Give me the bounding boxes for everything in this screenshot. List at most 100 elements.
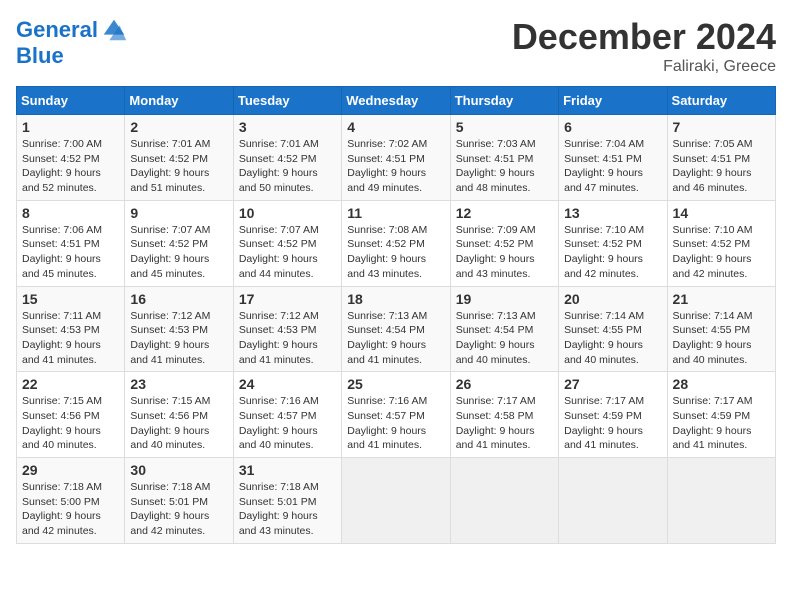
logo: General Blue bbox=[16, 16, 128, 68]
day-info: Sunrise: 7:09 AMSunset: 4:52 PMDaylight:… bbox=[456, 223, 553, 282]
day-info: Sunrise: 7:04 AMSunset: 4:51 PMDaylight:… bbox=[564, 137, 661, 196]
calendar-cell: 3 Sunrise: 7:01 AMSunset: 4:52 PMDaylight… bbox=[233, 115, 341, 201]
day-info: Sunrise: 7:18 AMSunset: 5:01 PMDaylight:… bbox=[130, 480, 227, 539]
calendar-cell: 5 Sunrise: 7:03 AMSunset: 4:51 PMDaylight… bbox=[450, 115, 558, 201]
day-info: Sunrise: 7:06 AMSunset: 4:51 PMDaylight:… bbox=[22, 223, 119, 282]
calendar-cell: 15 Sunrise: 7:11 AMSunset: 4:53 PMDayligh… bbox=[17, 286, 125, 372]
calendar-week-row: 29Sunrise: 7:18 AMSunset: 5:00 PMDayligh… bbox=[17, 458, 776, 544]
day-number: 29 bbox=[22, 462, 119, 478]
location: Faliraki, Greece bbox=[512, 58, 776, 76]
day-number: 5 bbox=[456, 119, 553, 135]
day-number: 15 bbox=[22, 291, 119, 307]
calendar-header-row: SundayMondayTuesdayWednesdayThursdayFrid… bbox=[17, 87, 776, 115]
calendar-table: SundayMondayTuesdayWednesdayThursdayFrid… bbox=[16, 86, 776, 544]
calendar-cell: 20Sunrise: 7:14 AMSunset: 4:55 PMDayligh… bbox=[559, 286, 667, 372]
day-of-week-header: Monday bbox=[125, 87, 233, 115]
calendar-cell bbox=[450, 458, 558, 544]
day-info: Sunrise: 7:03 AMSunset: 4:51 PMDaylight:… bbox=[456, 137, 553, 196]
day-number: 16 bbox=[130, 291, 227, 307]
calendar-cell: 28Sunrise: 7:17 AMSunset: 4:59 PMDayligh… bbox=[667, 372, 775, 458]
logo-text: General bbox=[16, 18, 98, 42]
day-number: 2 bbox=[130, 119, 227, 135]
day-number: 31 bbox=[239, 462, 336, 478]
calendar-cell: 1 Sunrise: 7:00 AMSunset: 4:52 PMDaylight… bbox=[17, 115, 125, 201]
day-info: Sunrise: 7:16 AMSunset: 4:57 PMDaylight:… bbox=[239, 394, 336, 453]
day-info: Sunrise: 7:07 AMSunset: 4:52 PMDaylight:… bbox=[130, 223, 227, 282]
day-number: 3 bbox=[239, 119, 336, 135]
day-info: Sunrise: 7:13 AMSunset: 4:54 PMDaylight:… bbox=[456, 309, 553, 368]
calendar-week-row: 22Sunrise: 7:15 AMSunset: 4:56 PMDayligh… bbox=[17, 372, 776, 458]
calendar-cell: 27 Sunrise: 7:17 AMSunset: 4:59 PMDayligh… bbox=[559, 372, 667, 458]
calendar-cell: 2 Sunrise: 7:01 AMSunset: 4:52 PMDaylight… bbox=[125, 115, 233, 201]
day-info: Sunrise: 7:00 AMSunset: 4:52 PMDaylight:… bbox=[22, 137, 119, 196]
calendar-cell: 12 Sunrise: 7:09 AMSunset: 4:52 PMDayligh… bbox=[450, 200, 558, 286]
day-of-week-header: Wednesday bbox=[342, 87, 450, 115]
title-block: December 2024 Faliraki, Greece bbox=[512, 16, 776, 76]
calendar-week-row: 1 Sunrise: 7:00 AMSunset: 4:52 PMDaylight… bbox=[17, 115, 776, 201]
day-of-week-header: Saturday bbox=[667, 87, 775, 115]
day-info: Sunrise: 7:17 AMSunset: 4:58 PMDaylight:… bbox=[456, 394, 553, 453]
day-number: 24 bbox=[239, 376, 336, 392]
calendar-cell: 29Sunrise: 7:18 AMSunset: 5:00 PMDayligh… bbox=[17, 458, 125, 544]
calendar-cell: 26 Sunrise: 7:17 AMSunset: 4:58 PMDayligh… bbox=[450, 372, 558, 458]
calendar-week-row: 15 Sunrise: 7:11 AMSunset: 4:53 PMDayligh… bbox=[17, 286, 776, 372]
calendar-cell: 13 Sunrise: 7:10 AMSunset: 4:52 PMDayligh… bbox=[559, 200, 667, 286]
day-number: 11 bbox=[347, 205, 444, 221]
day-number: 21 bbox=[673, 291, 770, 307]
calendar-cell: 10 Sunrise: 7:07 AMSunset: 4:52 PMDayligh… bbox=[233, 200, 341, 286]
day-info: Sunrise: 7:02 AMSunset: 4:51 PMDaylight:… bbox=[347, 137, 444, 196]
page-header: General Blue December 2024 Faliraki, Gre… bbox=[16, 16, 776, 76]
calendar-cell: 17 Sunrise: 7:12 AMSunset: 4:53 PMDayligh… bbox=[233, 286, 341, 372]
calendar-cell: 23 Sunrise: 7:15 AMSunset: 4:56 PMDayligh… bbox=[125, 372, 233, 458]
calendar-cell: 9 Sunrise: 7:07 AMSunset: 4:52 PMDaylight… bbox=[125, 200, 233, 286]
day-info: Sunrise: 7:15 AMSunset: 4:56 PMDaylight:… bbox=[22, 394, 119, 453]
calendar-cell: 6 Sunrise: 7:04 AMSunset: 4:51 PMDaylight… bbox=[559, 115, 667, 201]
calendar-cell: 14 Sunrise: 7:10 AMSunset: 4:52 PMDayligh… bbox=[667, 200, 775, 286]
day-number: 12 bbox=[456, 205, 553, 221]
day-number: 1 bbox=[22, 119, 119, 135]
month-title: December 2024 bbox=[512, 16, 776, 58]
day-info: Sunrise: 7:18 AMSunset: 5:01 PMDaylight:… bbox=[239, 480, 336, 539]
day-info: Sunrise: 7:10 AMSunset: 4:52 PMDaylight:… bbox=[564, 223, 661, 282]
day-number: 30 bbox=[130, 462, 227, 478]
calendar-cell: 18 Sunrise: 7:13 AMSunset: 4:54 PMDayligh… bbox=[342, 286, 450, 372]
calendar-cell bbox=[667, 458, 775, 544]
day-number: 9 bbox=[130, 205, 227, 221]
day-info: Sunrise: 7:05 AMSunset: 4:51 PMDaylight:… bbox=[673, 137, 770, 196]
day-info: Sunrise: 7:14 AMSunset: 4:55 PMDaylight:… bbox=[673, 309, 770, 368]
logo-icon bbox=[100, 16, 128, 44]
day-number: 25 bbox=[347, 376, 444, 392]
day-number: 13 bbox=[564, 205, 661, 221]
day-info: Sunrise: 7:01 AMSunset: 4:52 PMDaylight:… bbox=[239, 137, 336, 196]
day-info: Sunrise: 7:17 AMSunset: 4:59 PMDaylight:… bbox=[564, 394, 661, 453]
day-number: 10 bbox=[239, 205, 336, 221]
calendar-cell: 4Sunrise: 7:02 AMSunset: 4:51 PMDaylight… bbox=[342, 115, 450, 201]
day-number: 17 bbox=[239, 291, 336, 307]
calendar-cell: 24 Sunrise: 7:16 AMSunset: 4:57 PMDayligh… bbox=[233, 372, 341, 458]
day-info: Sunrise: 7:13 AMSunset: 4:54 PMDaylight:… bbox=[347, 309, 444, 368]
day-info: Sunrise: 7:12 AMSunset: 4:53 PMDaylight:… bbox=[239, 309, 336, 368]
day-of-week-header: Thursday bbox=[450, 87, 558, 115]
calendar-body: 1 Sunrise: 7:00 AMSunset: 4:52 PMDaylight… bbox=[17, 115, 776, 544]
day-number: 14 bbox=[673, 205, 770, 221]
day-info: Sunrise: 7:15 AMSunset: 4:56 PMDaylight:… bbox=[130, 394, 227, 453]
day-number: 7 bbox=[673, 119, 770, 135]
calendar-cell: 19Sunrise: 7:13 AMSunset: 4:54 PMDayligh… bbox=[450, 286, 558, 372]
day-of-week-header: Tuesday bbox=[233, 87, 341, 115]
day-number: 26 bbox=[456, 376, 553, 392]
day-info: Sunrise: 7:01 AMSunset: 4:52 PMDaylight:… bbox=[130, 137, 227, 196]
day-info: Sunrise: 7:11 AMSunset: 4:53 PMDaylight:… bbox=[22, 309, 119, 368]
day-info: Sunrise: 7:07 AMSunset: 4:52 PMDaylight:… bbox=[239, 223, 336, 282]
day-number: 28 bbox=[673, 376, 770, 392]
calendar-cell: 25Sunrise: 7:16 AMSunset: 4:57 PMDayligh… bbox=[342, 372, 450, 458]
day-number: 8 bbox=[22, 205, 119, 221]
day-number: 27 bbox=[564, 376, 661, 392]
day-number: 20 bbox=[564, 291, 661, 307]
day-info: Sunrise: 7:10 AMSunset: 4:52 PMDaylight:… bbox=[673, 223, 770, 282]
day-info: Sunrise: 7:12 AMSunset: 4:53 PMDaylight:… bbox=[130, 309, 227, 368]
calendar-cell: 7 Sunrise: 7:05 AMSunset: 4:51 PMDaylight… bbox=[667, 115, 775, 201]
day-number: 18 bbox=[347, 291, 444, 307]
calendar-cell: 11Sunrise: 7:08 AMSunset: 4:52 PMDayligh… bbox=[342, 200, 450, 286]
day-number: 6 bbox=[564, 119, 661, 135]
day-number: 23 bbox=[130, 376, 227, 392]
